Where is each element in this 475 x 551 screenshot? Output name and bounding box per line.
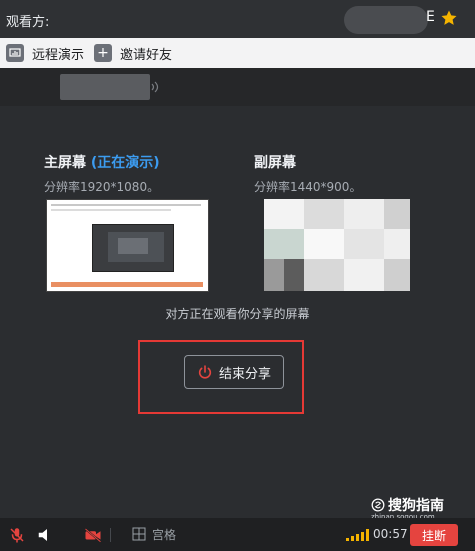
invite-friend-label: 邀请好友 xyxy=(120,47,173,63)
title-glyph: E xyxy=(426,9,435,25)
viewer-label: 观看方: xyxy=(6,15,50,30)
stop-share-button[interactable]: 结束分享 xyxy=(184,355,284,389)
nested-screen-core xyxy=(118,238,148,254)
watermark: 搜狗指南 zhinan.sogou.com xyxy=(371,495,444,521)
watermark-brand: 搜狗指南 xyxy=(388,498,444,514)
primary-screen-name: 主屏幕 xyxy=(44,155,86,171)
stop-share-label: 结束分享 xyxy=(218,366,271,382)
secondary-resolution: 分辨率1440*900。 xyxy=(254,180,362,194)
power-icon xyxy=(198,365,212,379)
secondary-screen-thumbnail[interactable] xyxy=(264,199,410,291)
user-avatar-pill[interactable] xyxy=(344,6,428,34)
toolbar: 远程演示 + 邀请好友 xyxy=(0,38,475,69)
presenting-status: (正在演示) xyxy=(90,155,160,171)
divider xyxy=(110,528,111,542)
invite-friend-button[interactable]: + 邀请好友 xyxy=(94,38,172,68)
mic-muted-icon[interactable] xyxy=(8,526,26,544)
remote-demo-label: 远程演示 xyxy=(32,47,85,63)
sharing-notice: 对方正在观看你分享的屏幕 xyxy=(165,307,310,321)
sound-wave-icon xyxy=(151,81,159,93)
call-timer: 00:57 xyxy=(373,527,408,541)
camera-off-icon[interactable] xyxy=(84,527,102,543)
speaker-icon[interactable] xyxy=(36,526,52,544)
sogou-logo-icon xyxy=(371,498,385,512)
grid-label: 宫格 xyxy=(152,527,177,542)
signal-strength-icon xyxy=(346,529,369,541)
primary-screen-title: 主屏幕 (正在演示) xyxy=(44,152,160,172)
remote-demo-button[interactable]: 远程演示 xyxy=(6,38,84,68)
viewer-avatar xyxy=(60,74,150,100)
star-icon[interactable] xyxy=(440,9,458,27)
secondary-screen-title: 副屏幕 xyxy=(254,155,296,171)
add-friend-icon: + xyxy=(94,44,112,62)
hangup-button[interactable]: 挂断 xyxy=(410,524,458,546)
primary-resolution: 分辨率1920*1080。 xyxy=(44,180,160,194)
grid-view-button[interactable]: 宫格 xyxy=(132,524,176,544)
grid-icon xyxy=(132,527,146,541)
presentation-icon xyxy=(6,44,24,62)
